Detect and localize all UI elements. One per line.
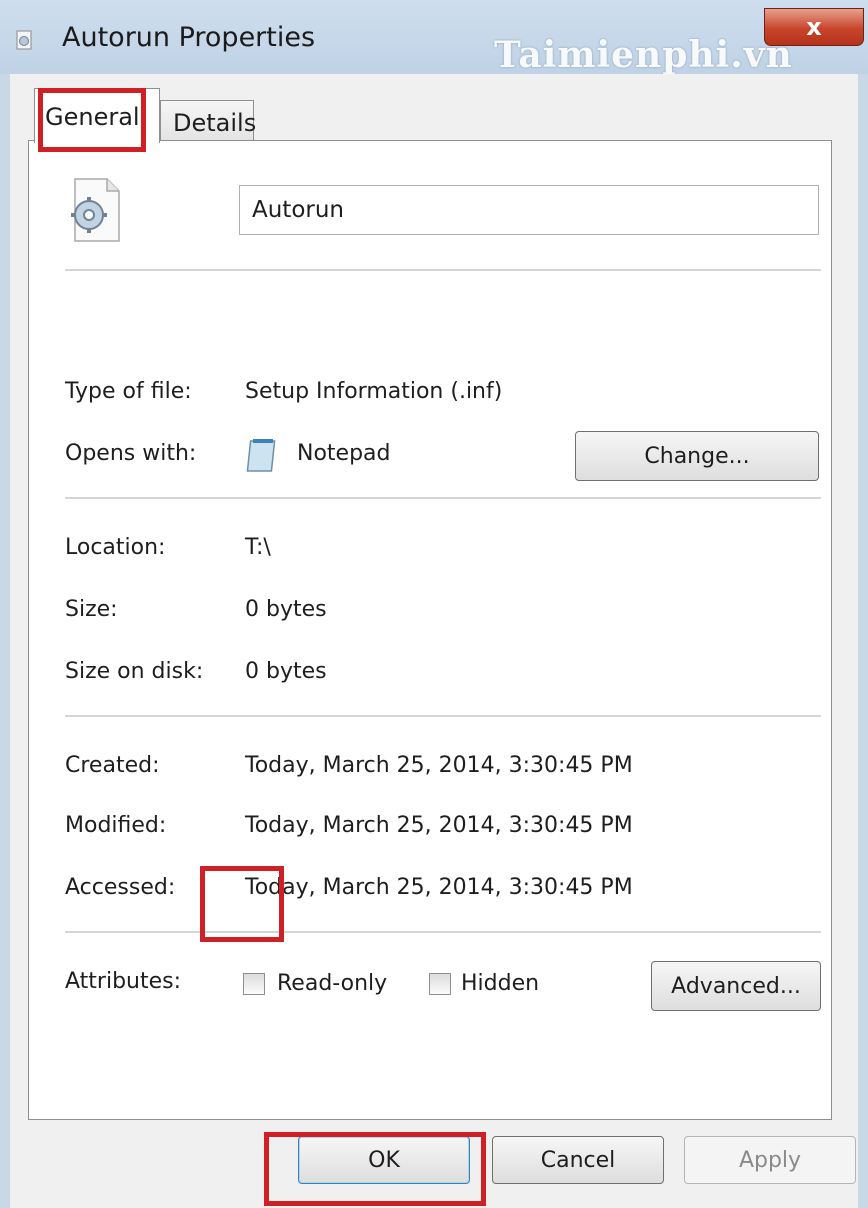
inf-settings-file-icon — [71, 178, 120, 242]
window-title: Autorun Properties — [62, 22, 316, 53]
location-value: T:\ — [245, 535, 271, 560]
separator — [65, 931, 821, 934]
accessed-label: Accessed: — [65, 875, 176, 900]
opens-with-value: Notepad — [297, 441, 391, 466]
tab-details[interactable]: Details — [160, 100, 257, 141]
hidden-checkbox[interactable] — [429, 973, 451, 995]
advanced-button[interactable]: Advanced... — [651, 961, 821, 1011]
highlight-general-tab — [38, 88, 146, 152]
modified-label: Modified: — [65, 813, 167, 838]
accessed-value: Today, March 25, 2014, 3:30:45 PM — [245, 875, 633, 900]
separator — [65, 497, 821, 500]
settings-file-icon — [16, 30, 32, 50]
highlight-read-only-checkbox — [200, 866, 284, 942]
notepad-icon — [246, 439, 276, 472]
cancel-button[interactable]: Cancel — [492, 1136, 664, 1184]
type-of-file-value: Setup Information (.inf) — [245, 379, 503, 404]
file-name-input[interactable] — [239, 185, 819, 235]
size-label: Size: — [65, 597, 118, 622]
modified-value: Today, March 25, 2014, 3:30:45 PM — [245, 813, 633, 838]
watermark: Taimienphi.vn — [494, 34, 793, 76]
tab-details-label: Details — [173, 109, 257, 137]
separator — [65, 269, 821, 272]
general-panel: Type of file: Setup Information (.inf) O… — [28, 140, 832, 1120]
close-button[interactable]: x — [764, 8, 864, 46]
attributes-label: Attributes: — [65, 969, 182, 994]
type-of-file-label: Type of file: — [65, 379, 192, 404]
location-label: Location: — [65, 535, 166, 560]
size-on-disk-label: Size on disk: — [65, 659, 204, 684]
created-label: Created: — [65, 753, 160, 778]
size-on-disk-value: 0 bytes — [245, 659, 327, 684]
apply-button[interactable]: Apply — [684, 1136, 856, 1184]
dialog-body: General Details Type of file: Setup Info… — [10, 74, 858, 1208]
hidden-label[interactable]: Hidden — [461, 971, 539, 996]
title-bar: Autorun Properties Taimienphi.vn x — [0, 0, 868, 76]
separator — [65, 715, 821, 718]
change-button[interactable]: Change... — [575, 431, 819, 481]
opens-with-label: Opens with: — [65, 441, 197, 466]
size-value: 0 bytes — [245, 597, 327, 622]
read-only-label[interactable]: Read-only — [277, 971, 387, 996]
highlight-ok-button — [264, 1132, 486, 1206]
created-value: Today, March 25, 2014, 3:30:45 PM — [245, 753, 633, 778]
read-only-checkbox[interactable] — [243, 973, 265, 995]
